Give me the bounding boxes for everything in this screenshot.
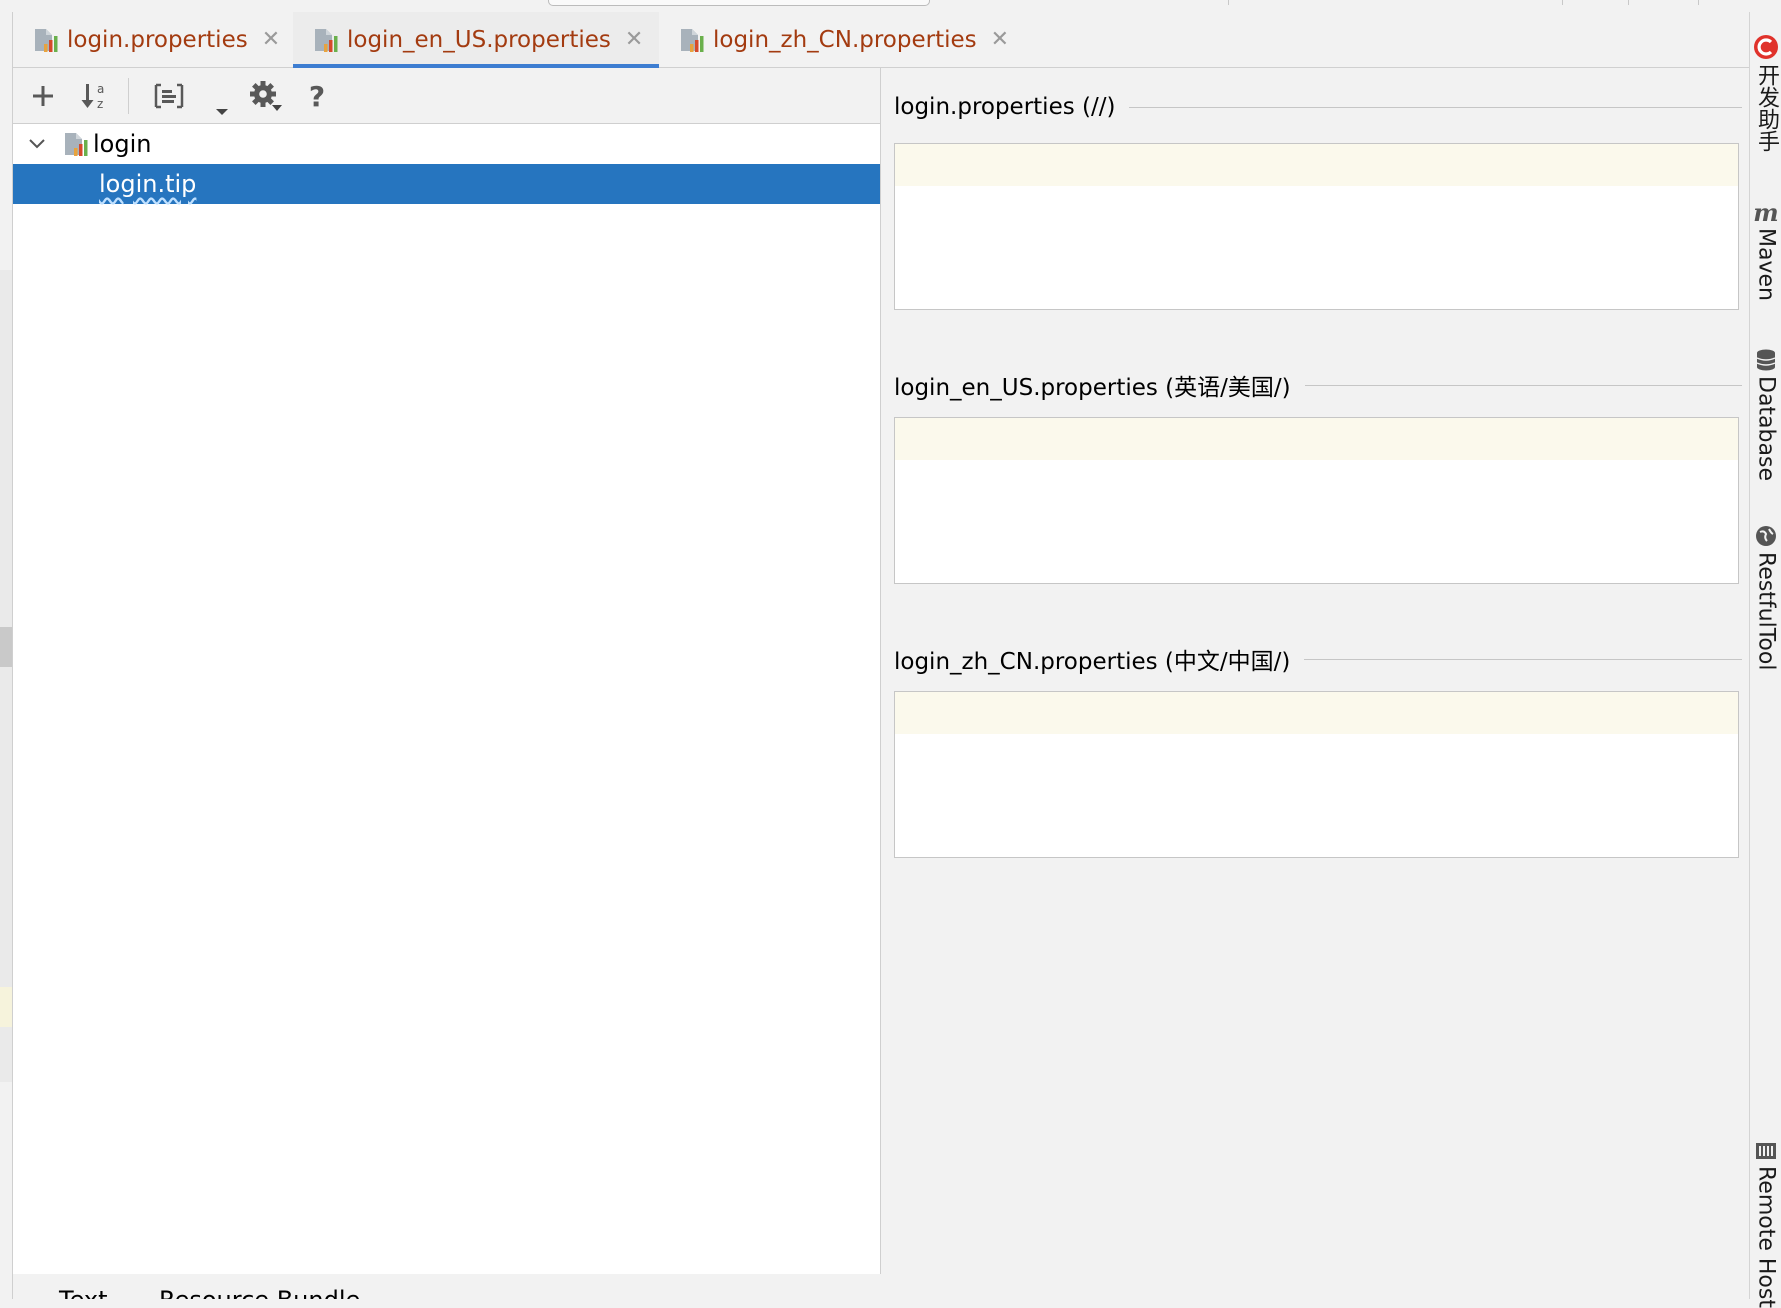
group-title-login-en-us: login_en_US.properties (英语/美国/): [894, 368, 1742, 402]
search-field-stub: [548, 0, 930, 6]
tool-window-restfultool[interactable]: RestfulTool: [1750, 524, 1781, 670]
chevron-down-icon: [216, 109, 228, 115]
current-line-highlight: [895, 418, 1738, 460]
globe-icon: [1756, 526, 1776, 546]
tab-login-en-us-properties[interactable]: login_en_US.properties ✕: [293, 12, 659, 68]
tab-login-zh-cn-properties[interactable]: login_zh_CN.properties ✕: [677, 12, 1037, 67]
remote-host-icon: [1756, 1143, 1776, 1159]
sort-alpha-icon: a z: [81, 82, 104, 111]
value-editor-login-zh-cn[interactable]: [894, 691, 1739, 858]
group-title-login-properties: login.properties (//): [894, 94, 1742, 120]
chevron-down-icon[interactable]: [27, 134, 47, 154]
gear-icon: [250, 81, 282, 111]
database-icon: [1756, 349, 1776, 371]
tab-label: login.properties: [67, 26, 248, 53]
editor-gutter: [0, 12, 13, 1299]
group-title-login-zh-cn: login_zh_CN.properties (中文/中国/): [894, 642, 1742, 676]
properties-tree: login login.tip: [13, 124, 880, 204]
tool-window-label: RestfulTool: [1753, 552, 1779, 671]
group-options-dropdown[interactable]: [209, 82, 235, 122]
current-line-highlight: [895, 144, 1738, 186]
close-icon[interactable]: ✕: [625, 28, 643, 51]
property-key-label: login.tip: [99, 170, 197, 198]
bottom-editor-tabs: Text Resource Bundle: [13, 1274, 880, 1299]
sort-alphabetically-button[interactable]: a z: [75, 76, 115, 116]
tab-resource-bundle[interactable]: Resource Bundle: [159, 1288, 360, 1299]
editor-tab-bar: login.properties ✕ login_en_US.propertie…: [13, 12, 1749, 68]
tab-label: login_zh_CN.properties: [713, 26, 977, 53]
tool-window-label: Maven: [1753, 228, 1779, 301]
gutter-highlight: [0, 987, 12, 1027]
toolbar-separator: [128, 78, 129, 114]
add-property-button[interactable]: [23, 76, 63, 116]
tool-window-maven[interactable]: m Maven: [1750, 198, 1781, 301]
add-icon: [33, 86, 53, 106]
maven-icon: m: [1753, 198, 1779, 227]
group-title-text: login_en_US.properties (英语/美国/): [894, 375, 1291, 401]
divider: [1304, 658, 1742, 660]
close-icon[interactable]: ✕: [991, 28, 1009, 51]
tool-window-dev-assistant[interactable]: 开发助手: [1750, 34, 1781, 152]
divider: [1129, 106, 1742, 108]
resource-bundle-icon: [65, 133, 88, 156]
tree-node-login-tip[interactable]: login.tip: [13, 164, 880, 204]
resource-bundle-icon: [35, 28, 58, 52]
structure-toolbar: a z ?: [13, 68, 880, 124]
settings-button[interactable]: [245, 76, 285, 116]
property-values-panel: login.properties (//) login_en_US.proper…: [881, 68, 1749, 1299]
tree-node-label: login: [93, 130, 152, 158]
value-editor-login-properties[interactable]: [894, 143, 1739, 310]
group-by-prefix-button[interactable]: [139, 76, 199, 116]
tool-window-label: Remote Host: [1753, 1166, 1779, 1308]
help-icon: ?: [308, 79, 326, 113]
value-editor-login-en-us[interactable]: [894, 417, 1739, 584]
resource-bundle-icon: [315, 28, 338, 52]
tab-label: login_en_US.properties: [347, 26, 611, 53]
divider: [1562, 0, 1563, 5]
right-tool-stripe: 开发助手 m Maven Database RestfulTool Remote…: [1749, 12, 1781, 1308]
group-by-prefix-icon: [154, 83, 184, 109]
help-button[interactable]: ?: [297, 76, 337, 116]
tool-window-label: Database: [1753, 376, 1779, 481]
divider: [1698, 0, 1699, 5]
tool-window-label: 开发助手: [1754, 64, 1779, 152]
tool-window-remote-host[interactable]: Remote Host: [1750, 1140, 1781, 1308]
divider: [1628, 0, 1629, 5]
tab-text[interactable]: Text: [59, 1288, 108, 1299]
close-icon[interactable]: ✕: [262, 28, 280, 51]
svg-text:z: z: [97, 97, 103, 111]
divider: [1304, 384, 1742, 386]
group-title-text: login_zh_CN.properties (中文/中国/): [894, 649, 1291, 675]
tab-login-properties[interactable]: login.properties ✕: [31, 12, 297, 67]
group-title-text: login.properties (//): [894, 94, 1116, 120]
svg-text:a: a: [97, 82, 104, 96]
current-line-highlight: [895, 692, 1738, 734]
gutter-region: [0, 270, 12, 1082]
tool-window-database[interactable]: Database: [1750, 348, 1781, 481]
tree-node-login[interactable]: login: [13, 124, 880, 164]
resource-bundle-structure-panel: a z ? login login.tip: [13, 68, 881, 1274]
divider: [1228, 0, 1229, 5]
dev-assistant-icon: [1754, 35, 1778, 59]
gutter-scroll-mark: [0, 627, 12, 667]
resource-bundle-icon: [681, 28, 704, 52]
